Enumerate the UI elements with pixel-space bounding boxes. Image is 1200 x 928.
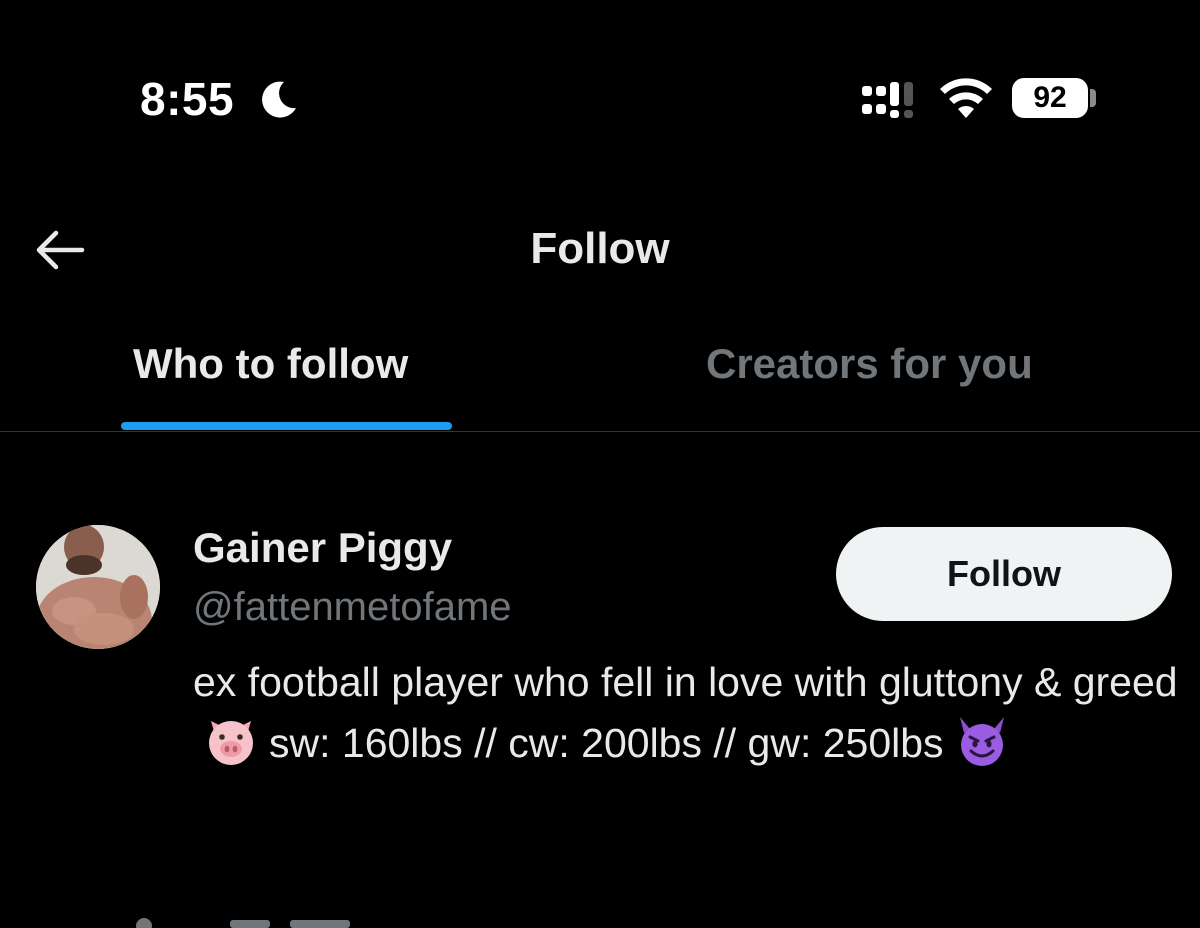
- battery-level: 92: [1033, 81, 1067, 114]
- user-display-name[interactable]: Gainer Piggy: [193, 524, 452, 572]
- user-handle[interactable]: @fattenmetofame: [193, 585, 512, 630]
- user-bio: ex football player who fell in love with…: [193, 652, 1183, 774]
- avatar-image: [36, 525, 160, 649]
- pig-face-emoji: [209, 721, 253, 765]
- follow-button[interactable]: Follow: [836, 527, 1172, 621]
- status-bar: 8:55 92: [0, 0, 1200, 190]
- avatar[interactable]: [36, 525, 160, 649]
- next-list-item-partial: [136, 918, 350, 928]
- tab-who-to-follow[interactable]: Who to follow: [133, 340, 408, 388]
- bio-text-2: sw: 160lbs // cw: 200lbs // gw: 250lbs: [269, 720, 944, 766]
- tab-divider: [0, 431, 1200, 432]
- page-title: Follow: [530, 224, 670, 273]
- wifi-icon: [940, 78, 992, 118]
- moon-icon: [262, 81, 296, 118]
- active-tab-indicator: [121, 422, 452, 430]
- tab-creators-for-you[interactable]: Creators for you: [706, 340, 1033, 388]
- status-time: 8:55: [140, 73, 235, 125]
- battery-icon: 92: [1012, 78, 1088, 118]
- smiling-devil-emoji: [959, 717, 1004, 766]
- signal-icon: [862, 82, 913, 118]
- battery-nub: [1090, 89, 1096, 107]
- bio-text-1: ex football player who fell in love with…: [193, 659, 1178, 705]
